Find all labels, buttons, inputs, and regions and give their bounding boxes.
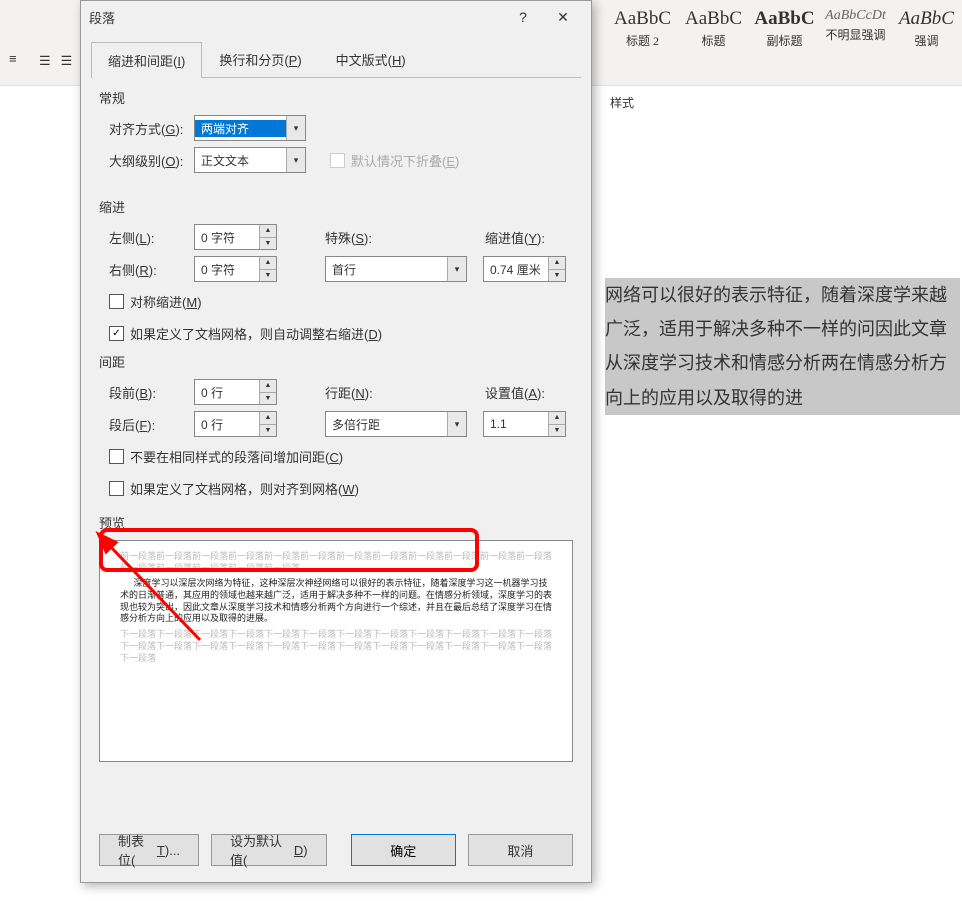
space-before-label: 段前(B): — [109, 383, 194, 402]
spin-down-icon[interactable]: ▼ — [549, 425, 565, 437]
spin-up-icon[interactable]: ▲ — [260, 257, 276, 270]
spin-up-icon[interactable]: ▲ — [260, 412, 276, 425]
dialog-tabs: 缩进和间距(I) 换行和分页(P) 中文版式(H) — [91, 41, 581, 78]
chevron-down-icon: ▾ — [447, 412, 466, 436]
space-after-label: 段后(F): — [109, 415, 194, 434]
styles-section-label: 样式 — [610, 94, 634, 111]
indent-left-label: 左侧(L): — [109, 228, 194, 247]
snap-to-grid-checkbox[interactable]: 如果定义了文档网格，则对齐到网格(W) — [109, 479, 359, 498]
spin-down-icon[interactable]: ▼ — [260, 425, 276, 437]
align-left-button[interactable]: ☰ — [35, 45, 55, 77]
style-title[interactable]: AaBbC 标题 — [678, 4, 749, 53]
indent-left-input[interactable]: 0 字符 ▲▼ — [194, 224, 277, 250]
tab-indent-spacing[interactable]: 缩进和间距(I) — [91, 42, 202, 78]
special-label: 特殊(S): — [325, 228, 395, 247]
spin-up-icon[interactable]: ▲ — [260, 380, 276, 393]
spin-up-icon[interactable]: ▲ — [549, 257, 565, 270]
ok-button[interactable]: 确定 — [351, 834, 456, 866]
help-button[interactable]: ? — [503, 1, 543, 33]
outline-label: 大纲级别(O): — [109, 151, 194, 170]
alignment-label: 对齐方式(G): — [109, 119, 194, 138]
indent-right-label: 右侧(R): — [109, 260, 194, 279]
checkbox-icon: ✓ — [109, 326, 124, 341]
document-body-text: 网络可以很好的表示特征，随着深度学来越广泛，适用于解决多种不一样的问因此文章从深… — [605, 278, 960, 415]
indent-heading: 缩进 — [99, 197, 573, 216]
outline-select[interactable]: 正文文本 ▾ — [194, 147, 306, 173]
mirror-indent-checkbox[interactable]: 对称缩进(M) — [109, 292, 202, 311]
set-default-button[interactable]: 设为默认值(D) — [211, 834, 327, 866]
style-heading2[interactable]: AaBbC 标题 2 — [607, 4, 678, 53]
tabs-button[interactable]: 制表位(T)... — [99, 834, 199, 866]
alignment-select[interactable]: 两端对齐 ▾ — [194, 115, 306, 141]
checkbox-icon — [330, 153, 345, 168]
spin-down-icon[interactable]: ▼ — [260, 270, 276, 282]
chevron-down-icon: ▾ — [286, 148, 305, 172]
indent-by-input[interactable]: 0.74 厘米 ▲▼ — [483, 256, 566, 282]
checkbox-icon — [109, 294, 124, 309]
indent-by-label: 缩进值(Y): — [485, 228, 545, 247]
close-button[interactable]: ✕ — [543, 1, 583, 33]
dialog-body: 常规 对齐方式(G): 两端对齐 ▾ 大纲级别(O): 正文文本 ▾ 默认情况下… — [81, 78, 591, 778]
preview-heading: 预览 — [99, 513, 573, 532]
spacing-at-label: 设置值(A): — [485, 383, 545, 402]
style-subtle-emphasis[interactable]: AaBbCcDt 不明显强调 — [820, 4, 891, 53]
spin-down-icon[interactable]: ▼ — [260, 393, 276, 405]
tab-asian-typography[interactable]: 中文版式(H) — [319, 41, 423, 77]
checkbox-icon — [109, 481, 124, 496]
spin-up-icon[interactable]: ▲ — [549, 412, 565, 425]
style-subtitle[interactable]: AaBbC 副标题 — [749, 4, 820, 53]
spacing-at-input[interactable]: 1.1 ▲▼ — [483, 411, 566, 437]
auto-adjust-indent-checkbox[interactable]: ✓ 如果定义了文档网格，则自动调整右缩进(D) — [109, 324, 382, 343]
indent-right-input[interactable]: 0 字符 ▲▼ — [194, 256, 277, 282]
dialog-titlebar: 段落 ? ✕ — [81, 1, 591, 33]
dialog-title: 段落 — [89, 8, 503, 27]
preview-box: 前一段落前一段落前一段落前一段落前一段落前一段落前一段落前一段落前一段落前一段落… — [99, 540, 573, 762]
spin-down-icon[interactable]: ▼ — [260, 238, 276, 250]
line-spacing-label: 行距(N): — [325, 383, 395, 402]
spin-down-icon[interactable]: ▼ — [549, 270, 565, 282]
dialog-actions: 制表位(T)... 设为默认值(D) 确定 取消 — [99, 834, 573, 866]
special-select[interactable]: 首行 ▾ — [325, 256, 467, 282]
cancel-button[interactable]: 取消 — [468, 834, 573, 866]
paragraph-dialog: 段落 ? ✕ 缩进和间距(I) 换行和分页(P) 中文版式(H) 常规 对齐方式… — [80, 0, 592, 883]
tab-line-page-breaks[interactable]: 换行和分页(P) — [202, 41, 318, 77]
style-emphasis[interactable]: AaBbC 强调 — [891, 4, 962, 53]
space-before-input[interactable]: 0 行 ▲▼ — [194, 379, 277, 405]
line-spacing-select[interactable]: 多倍行距 ▾ — [325, 411, 467, 437]
chevron-down-icon: ▾ — [286, 116, 305, 140]
collapse-checkbox: 默认情况下折叠(E) — [330, 151, 459, 170]
line-spacing-button[interactable]: ≡ — [5, 45, 33, 77]
general-heading: 常规 — [99, 88, 573, 107]
checkbox-icon — [109, 449, 124, 464]
no-space-same-style-checkbox[interactable]: 不要在相同样式的段落间增加间距(C) — [109, 447, 343, 466]
space-after-input[interactable]: 0 行 ▲▼ — [194, 411, 277, 437]
align-center-button[interactable]: ☰ — [57, 45, 77, 77]
styles-gallery: AaBbC 标题 2 AaBbC 标题 AaBbC 副标题 AaBbCcDt 不… — [601, 0, 962, 85]
spacing-heading: 间距 — [99, 352, 573, 371]
chevron-down-icon: ▾ — [447, 257, 466, 281]
spin-up-icon[interactable]: ▲ — [260, 225, 276, 238]
